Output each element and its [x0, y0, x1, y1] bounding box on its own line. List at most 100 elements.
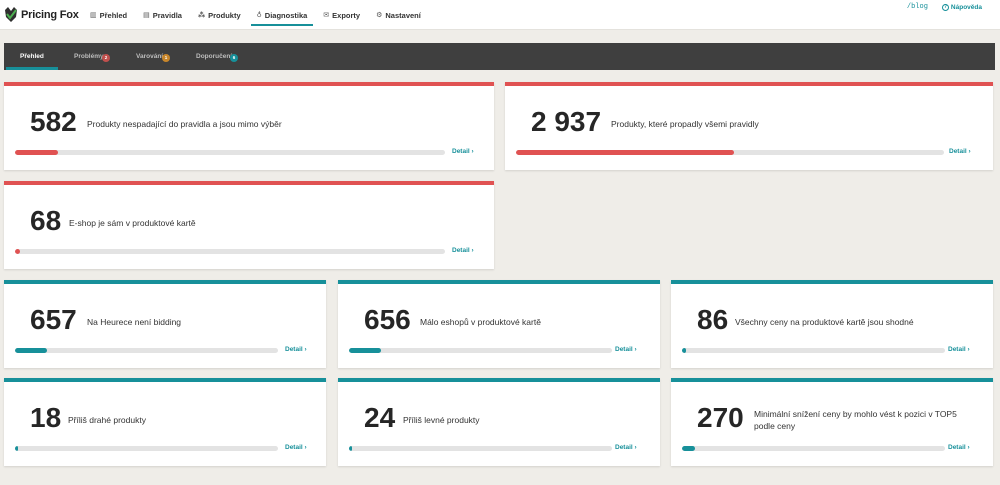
chevron-right-icon: › — [632, 444, 637, 451]
card-count: 270 — [697, 402, 744, 433]
nav-item-pravidla[interactable]: ▤ Pravidla — [135, 0, 190, 30]
tab-label: Doporučení — [196, 53, 233, 60]
detail-label: Detail — [285, 444, 303, 451]
detail-label: Detail — [452, 247, 470, 254]
app-logo[interactable]: Pricing Fox — [4, 4, 79, 26]
tab-label: Varování — [136, 53, 164, 60]
tab-doporuceni[interactable]: Doporučení — [196, 43, 232, 70]
table-icon: ▤ — [143, 11, 150, 19]
help-link[interactable]: ? Nápověda — [941, 3, 982, 11]
card-count: 582 — [30, 106, 77, 137]
card-count: 2 937 — [531, 106, 602, 137]
gear-icon: ⚙ — [376, 11, 383, 19]
card-progress-bar — [349, 446, 612, 451]
top-navigation: Pricing Fox ▥ Přehled ▤ Pravidla ⁂ Produ… — [0, 0, 1000, 30]
detail-link[interactable]: Detail › — [615, 346, 637, 353]
diagnostic-card: 582 Produkty nespadající do pravidla a js… — [4, 82, 494, 170]
card-description: Příliš drahé produkty — [68, 415, 146, 425]
card-progress-bar — [15, 249, 445, 254]
main-nav: ▥ Přehled ▤ Pravidla ⁂ Produkty ♁ Diagno… — [82, 0, 429, 30]
card-progress-fill — [349, 348, 381, 353]
tab-label: Problémy — [74, 53, 104, 60]
fox-logo-icon — [5, 7, 17, 22]
card-description: Produkty nespadající do pravidla a jsou … — [87, 119, 282, 129]
nav-item-exporty[interactable]: ✉ Exporty — [315, 0, 368, 30]
tab-label: Přehled — [20, 53, 44, 60]
card-count: 656 — [364, 304, 411, 335]
chevron-right-icon: › — [469, 148, 474, 155]
warnings-count-badge: 1 — [162, 54, 170, 62]
diagnostic-card: 18 Příliš drahé produkty Detail › — [4, 378, 326, 466]
tab-varovani[interactable]: Varování — [136, 43, 163, 70]
detail-label: Detail — [948, 444, 966, 451]
chevron-right-icon: › — [302, 444, 307, 451]
diagnostics-tabs: Přehled Problémy 2 Varování 1 Doporučení… — [4, 43, 995, 70]
diagnostic-card: 68 E-shop je sám v produktové kartě Detail… — [4, 181, 494, 269]
card-progress-fill — [15, 150, 58, 155]
stethoscope-icon: ♁ — [256, 11, 262, 19]
card-status-stripe — [338, 378, 660, 382]
nav-item-diagnostika[interactable]: ♁ Diagnostika — [249, 0, 316, 30]
recommendations-count-badge: 6 — [230, 54, 238, 62]
diagnostic-card: 657 Na Heurece není bidding Detail › — [4, 280, 326, 368]
nav-item-label: Nastavení — [385, 10, 421, 20]
card-progress-bar — [516, 150, 944, 155]
detail-link[interactable]: Detail › — [285, 444, 307, 451]
nav-item-produkty[interactable]: ⁂ Produkty — [190, 0, 249, 30]
card-progress-bar — [15, 348, 278, 353]
card-status-stripe — [4, 82, 494, 86]
card-count: 18 — [30, 402, 62, 433]
card-progress-bar — [682, 446, 945, 451]
card-description: Minimální snížení ceny by mohlo vést k p… — [754, 409, 957, 431]
detail-label: Detail — [615, 346, 633, 353]
card-description: Všechny ceny na produktové kartě jsou sh… — [735, 317, 914, 327]
card-description: Na Heurece není bidding — [87, 317, 182, 327]
card-progress-fill — [516, 150, 735, 155]
detail-link[interactable]: Detail › — [285, 346, 307, 353]
app-name: Pricing Fox — [21, 9, 79, 21]
diagnostic-card: 86 Všechny ceny na produktové kartě jsou … — [671, 280, 993, 368]
diagnostic-card: 270 Minimální snížení ceny by mohlo vést … — [671, 378, 993, 466]
detail-link[interactable]: Detail › — [452, 148, 474, 155]
diagnostic-card: 2 937 Produkty, které propadly všemi prav… — [505, 82, 993, 170]
chart-icon: ▥ — [90, 11, 97, 19]
chevron-right-icon: › — [469, 247, 474, 254]
nav-item-label: Pravidla — [152, 10, 182, 20]
card-progress-bar — [682, 348, 945, 353]
nav-item-label: Diagnostika — [264, 10, 308, 20]
card-count: 68 — [30, 205, 62, 236]
detail-label: Detail — [948, 346, 966, 353]
card-progress-bar — [15, 446, 278, 451]
card-progress-fill — [682, 348, 687, 353]
chevron-right-icon: › — [966, 148, 971, 155]
tab-prehled[interactable]: Přehled — [6, 43, 58, 70]
card-status-stripe — [671, 378, 993, 382]
card-progress-bar — [15, 150, 445, 155]
tab-problemy[interactable]: Problémy — [74, 43, 104, 70]
card-progress-fill — [349, 446, 353, 451]
card-description: Málo eshopů v produktové kartě — [420, 317, 541, 327]
detail-link[interactable]: Detail › — [949, 148, 971, 155]
detail-link[interactable]: Detail › — [948, 444, 970, 451]
card-progress-fill — [15, 446, 19, 451]
top-right-links: /blog ? Nápověda — [907, 3, 982, 11]
card-progress-fill — [682, 446, 696, 451]
chevron-right-icon: › — [302, 346, 307, 353]
card-status-stripe — [4, 181, 494, 185]
nav-item-label: Exporty — [332, 10, 361, 20]
detail-link[interactable]: Detail › — [615, 444, 637, 451]
help-label: Nápověda — [950, 3, 982, 11]
nav-item-label: Produkty — [208, 10, 241, 20]
chevron-right-icon: › — [965, 444, 970, 451]
card-progress-fill — [15, 249, 21, 254]
nav-item-prehled[interactable]: ▥ Přehled — [82, 0, 135, 30]
chevron-right-icon: › — [965, 346, 970, 353]
card-status-stripe — [4, 378, 326, 382]
card-status-stripe — [338, 280, 660, 284]
detail-link[interactable]: Detail › — [948, 346, 970, 353]
nav-item-nastaveni[interactable]: ⚙ Nastavení — [368, 0, 429, 30]
card-status-stripe — [671, 280, 993, 284]
card-progress-fill — [15, 348, 47, 353]
blog-link[interactable]: /blog — [907, 3, 928, 11]
detail-link[interactable]: Detail › — [452, 247, 474, 254]
